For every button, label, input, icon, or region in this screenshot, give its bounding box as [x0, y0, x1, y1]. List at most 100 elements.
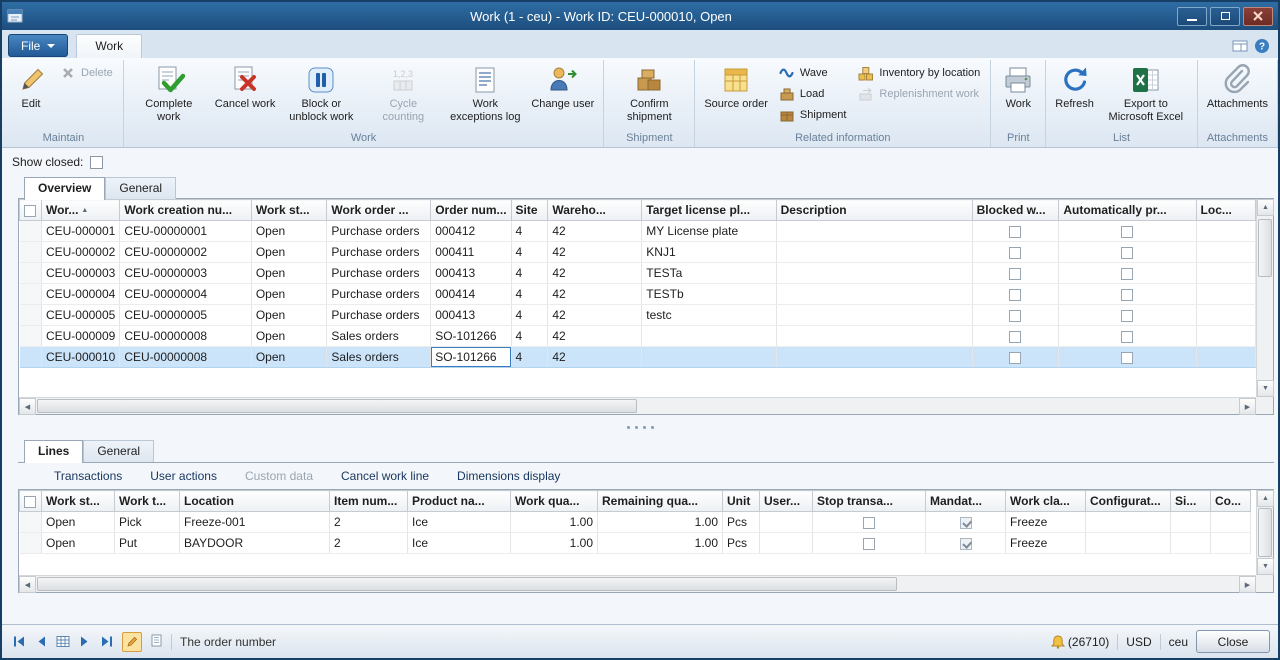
- maximize-button[interactable]: [1210, 7, 1240, 26]
- grid-cell[interactable]: 4: [511, 347, 548, 368]
- column-header[interactable]: Site: [511, 200, 548, 221]
- tab-lines[interactable]: Lines: [24, 440, 83, 463]
- scroll-left-icon[interactable]: ◀: [19, 576, 36, 593]
- grid-cell[interactable]: CEU-00000002: [120, 242, 252, 263]
- help-button[interactable]: ?: [1254, 38, 1270, 54]
- column-header[interactable]: Unit: [723, 491, 760, 512]
- tab-overview[interactable]: Overview: [24, 177, 105, 200]
- checkbox[interactable]: [1121, 310, 1133, 322]
- splitter-handle[interactable]: [2, 415, 1278, 439]
- grid-cell[interactable]: 4: [511, 221, 548, 242]
- shipment-button[interactable]: Shipment: [775, 106, 850, 124]
- grid-cell[interactable]: [972, 326, 1059, 347]
- select-all-header[interactable]: [20, 491, 42, 512]
- tab-lines-general[interactable]: General: [83, 440, 154, 462]
- grid-cell[interactable]: [926, 533, 1006, 554]
- grid-cell[interactable]: 1.00: [598, 512, 723, 533]
- scroll-down-icon[interactable]: ▼: [1257, 558, 1274, 575]
- refresh-button[interactable]: Refresh: [1050, 61, 1099, 111]
- checkbox[interactable]: [1009, 310, 1021, 322]
- grid-cell[interactable]: [1059, 305, 1196, 326]
- overview-vertical-scrollbar[interactable]: ▲ ▼: [1256, 199, 1273, 397]
- table-row[interactable]: OpenPickFreeze-0012Ice1.001.00PcsFreeze: [20, 512, 1251, 533]
- column-header[interactable]: Automatically pr...: [1059, 200, 1196, 221]
- grid-cell[interactable]: [642, 326, 776, 347]
- column-header[interactable]: Product na...: [408, 491, 511, 512]
- table-row[interactable]: CEU-000001CEU-00000001OpenPurchase order…: [20, 221, 1256, 242]
- grid-cell[interactable]: [642, 347, 776, 368]
- grid-cell[interactable]: Open: [251, 347, 327, 368]
- grid-cell[interactable]: [1196, 326, 1255, 347]
- grid-cell[interactable]: SO-101266: [431, 347, 511, 368]
- grid-cell[interactable]: CEU-00000008: [120, 347, 252, 368]
- grid-cell[interactable]: Sales orders: [327, 326, 431, 347]
- grid-cell[interactable]: Purchase orders: [327, 305, 431, 326]
- close-window-button[interactable]: [1243, 7, 1273, 26]
- row-selector[interactable]: [20, 326, 42, 347]
- grid-cell[interactable]: 000413: [431, 305, 511, 326]
- grid-cell[interactable]: [1059, 284, 1196, 305]
- grid-cell[interactable]: 1.00: [511, 533, 598, 554]
- column-header[interactable]: Configurat...: [1086, 491, 1171, 512]
- checkbox[interactable]: [863, 517, 875, 529]
- checkbox[interactable]: [1009, 352, 1021, 364]
- grid-cell[interactable]: 42: [548, 221, 642, 242]
- column-header[interactable]: Mandat...: [926, 491, 1006, 512]
- grid-cell[interactable]: [972, 221, 1059, 242]
- grid-cell[interactable]: [1196, 347, 1255, 368]
- table-row[interactable]: CEU-000009CEU-00000008OpenSales ordersSO…: [20, 326, 1256, 347]
- scroll-right-icon[interactable]: ▶: [1239, 576, 1256, 593]
- grid-cell[interactable]: [1211, 533, 1251, 554]
- grid-cell[interactable]: [1196, 305, 1255, 326]
- previous-record-button[interactable]: [34, 635, 48, 648]
- select-all-checkbox[interactable]: [24, 496, 36, 508]
- checkbox[interactable]: [1121, 226, 1133, 238]
- grid-cell[interactable]: CEU-00000003: [120, 263, 252, 284]
- lines-horizontal-scrollbar[interactable]: ◀ ▶: [19, 575, 1256, 592]
- grid-cell[interactable]: CEU-000003: [41, 263, 119, 284]
- select-all-header[interactable]: [20, 200, 42, 221]
- grid-cell[interactable]: [1211, 512, 1251, 533]
- grid-cell[interactable]: Sales orders: [327, 347, 431, 368]
- grid-cell[interactable]: [972, 284, 1059, 305]
- scrollbar-thumb[interactable]: [37, 577, 897, 591]
- grid-cell[interactable]: Freeze: [1006, 533, 1086, 554]
- grid-cell[interactable]: [1059, 263, 1196, 284]
- grid-cell[interactable]: [1086, 512, 1171, 533]
- checkbox[interactable]: [1009, 268, 1021, 280]
- tab-work[interactable]: Work: [76, 34, 142, 58]
- grid-cell[interactable]: CEU-000002: [41, 242, 119, 263]
- grid-cell[interactable]: Ice: [408, 512, 511, 533]
- checkbox[interactable]: [1121, 289, 1133, 301]
- grid-cell[interactable]: Purchase orders: [327, 284, 431, 305]
- block-unblock-work-button[interactable]: Block or unblock work: [280, 61, 362, 123]
- grid-cell[interactable]: Open: [251, 242, 327, 263]
- grid-cell[interactable]: TESTb: [642, 284, 776, 305]
- grid-cell[interactable]: 4: [511, 284, 548, 305]
- inventory-by-location-button[interactable]: Inventory by location: [854, 64, 984, 82]
- grid-cell[interactable]: 42: [548, 326, 642, 347]
- grid-cell[interactable]: Purchase orders: [327, 221, 431, 242]
- column-header[interactable]: Wareho...: [548, 200, 642, 221]
- grid-cell[interactable]: 000414: [431, 284, 511, 305]
- grid-cell[interactable]: BAYDOOR: [180, 533, 330, 554]
- document-handling-button[interactable]: [150, 634, 163, 650]
- grid-cell[interactable]: 4: [511, 326, 548, 347]
- grid-cell[interactable]: 42: [548, 263, 642, 284]
- grid-cell[interactable]: 4: [511, 242, 548, 263]
- grid-cell[interactable]: Open: [42, 512, 115, 533]
- grid-cell[interactable]: CEU-00000004: [120, 284, 252, 305]
- grid-cell[interactable]: 000412: [431, 221, 511, 242]
- column-header[interactable]: Wor...▲: [41, 200, 119, 221]
- grid-cell[interactable]: [972, 242, 1059, 263]
- scroll-up-icon[interactable]: ▲: [1257, 490, 1274, 507]
- grid-cell[interactable]: SO-101266: [431, 326, 511, 347]
- grid-cell[interactable]: Open: [251, 326, 327, 347]
- grid-cell[interactable]: Freeze-001: [180, 512, 330, 533]
- grid-cell[interactable]: [776, 221, 972, 242]
- grid-cell[interactable]: [1059, 326, 1196, 347]
- work-exceptions-log-button[interactable]: Work exceptions log: [444, 61, 526, 123]
- grid-cell[interactable]: [776, 242, 972, 263]
- column-header[interactable]: Item num...: [330, 491, 408, 512]
- grid-cell[interactable]: [1086, 533, 1171, 554]
